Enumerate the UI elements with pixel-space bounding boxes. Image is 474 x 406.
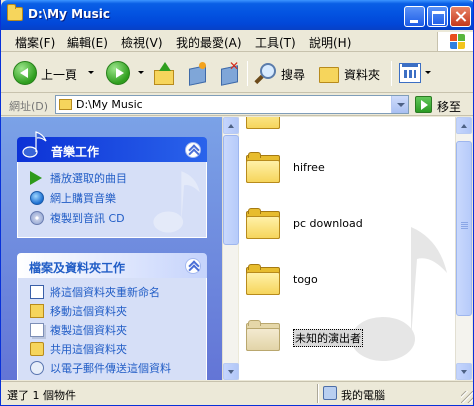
maximize-button[interactable] (427, 6, 448, 27)
menu-edit[interactable]: 編輯(E) (67, 34, 108, 51)
title-bar[interactable]: D:\My Music (1, 0, 473, 30)
folder-icon (59, 99, 72, 110)
toolbar: 上一頁 搜尋 資料夾 (1, 53, 473, 93)
folder-item[interactable]: hifree (245, 151, 445, 191)
collapse-chevron-icon[interactable] (185, 142, 201, 158)
status-bar: 選了 1 個物件 我的電腦 (1, 381, 473, 405)
task-play-selection[interactable]: 播放選取的曲目 (30, 170, 127, 186)
minimize-button[interactable] (404, 6, 425, 27)
folder-name: pc download (293, 217, 363, 230)
search-icon[interactable] (255, 62, 277, 84)
folder-name: togo (293, 273, 318, 286)
back-dropdown-icon[interactable] (88, 71, 94, 74)
menu-favorites[interactable]: 我的最愛(A) (176, 34, 242, 51)
go-button-label[interactable]: 移至 (437, 98, 461, 115)
copy-folder-icon (30, 323, 44, 337)
forward-dropdown-icon[interactable] (138, 71, 144, 74)
music-note-watermark-icon (153, 171, 200, 233)
folder-icon (245, 117, 281, 130)
music-tasks-panel: 播放選取的曲目 網上購買音樂 複製到音訊 CD (17, 162, 207, 238)
scroll-down-arrow-icon[interactable] (456, 363, 472, 380)
move-to-icon[interactable] (187, 62, 209, 84)
resize-grip[interactable] (461, 391, 473, 403)
toolbar-separator (391, 61, 392, 86)
email-icon (30, 361, 44, 375)
file-tasks-header[interactable]: 檔案及資料夾工作 (17, 253, 207, 278)
address-value[interactable]: D:\My Music (76, 98, 143, 111)
task-copy-folder[interactable]: 複製這個資料夾 (30, 322, 127, 338)
up-folder-icon[interactable] (153, 62, 175, 85)
scroll-thumb[interactable] (223, 135, 239, 245)
address-input[interactable]: D:\My Music (55, 95, 409, 114)
folder-icon (245, 207, 281, 240)
menu-view[interactable]: 檢視(V) (121, 34, 163, 51)
folder-item-selected[interactable]: 未知的演出者 (245, 319, 445, 359)
music-tasks-header[interactable]: 音樂工作 (17, 131, 207, 162)
folder-icon (245, 263, 281, 296)
address-dropdown-icon[interactable] (391, 96, 408, 113)
task-pane-scrollbar[interactable] (222, 117, 239, 380)
windows-logo (437, 32, 473, 51)
folder-item[interactable]: pc download (245, 207, 445, 247)
folder-item[interactable]: togo (245, 263, 445, 303)
scroll-up-arrow-icon[interactable] (456, 117, 472, 134)
file-list-scrollbar[interactable] (455, 117, 472, 380)
folder-icon (245, 151, 281, 184)
share-folder-icon (30, 342, 44, 356)
scroll-thumb[interactable] (456, 141, 472, 316)
views-dropdown-icon[interactable] (425, 71, 431, 74)
folder-name: 未知的演出者 (293, 329, 363, 347)
play-icon (30, 171, 42, 185)
file-tasks-panel: 將這個資料夾重新命名 移動這個資料夾 複製這個資料夾 共用這個資料夾 以電子郵件… (17, 278, 207, 380)
go-arrow-icon[interactable] (415, 96, 432, 113)
task-copy-to-cd[interactable]: 複製到音訊 CD (30, 210, 125, 226)
forward-arrow-icon[interactable] (106, 61, 130, 85)
status-divider (317, 384, 319, 403)
file-tasks-title: 檔案及資料夾工作 (29, 261, 126, 275)
folder-name: hifree (293, 161, 325, 174)
folders-icon[interactable] (318, 62, 340, 84)
folder-icon (7, 4, 23, 21)
menu-bar: 檔案(F) 編輯(E) 檢視(V) 我的最愛(A) 工具(T) 說明(H) (1, 30, 473, 52)
task-share-folder[interactable]: 共用這個資料夾 (30, 341, 127, 357)
task-pane: 音樂工作 播放選取的曲目 網上購買音樂 複製到音訊 CD 檔案及資料夾工作 將這… (1, 117, 222, 380)
scroll-down-arrow-icon[interactable] (223, 363, 239, 380)
task-rename-folder[interactable]: 將這個資料夾重新命名 (30, 284, 160, 300)
my-computer-icon (323, 386, 337, 400)
task-email-folder[interactable]: 以電子郵件傳送這個資料 (30, 360, 171, 376)
folders-button-label[interactable]: 資料夾 (344, 66, 380, 83)
cd-icon (30, 211, 44, 225)
menu-help[interactable]: 說明(H) (309, 34, 351, 51)
globe-icon (30, 191, 44, 205)
scroll-up-arrow-icon[interactable] (223, 117, 239, 134)
folder-icon (245, 319, 281, 352)
selection-status: 選了 1 個物件 (7, 389, 76, 402)
file-list: hifree pc download togo 未知的演出者 (239, 117, 455, 380)
music-note-icon (22, 131, 47, 158)
folder-item[interactable] (245, 117, 445, 137)
window-title: D:\My Music (28, 7, 110, 21)
rename-icon (30, 285, 44, 299)
back-arrow-icon[interactable] (13, 61, 37, 85)
toolbar-separator (247, 61, 248, 86)
move-folder-icon (30, 304, 44, 318)
location-status: 我的電腦 (341, 389, 385, 402)
task-shop-music-online[interactable]: 網上購買音樂 (30, 190, 116, 206)
explorer-window: D:\My Music 檔案(F) 編輯(E) 檢視(V) 我的最愛(A) 工具… (0, 0, 474, 406)
menu-tools[interactable]: 工具(T) (255, 34, 296, 51)
search-button-label[interactable]: 搜尋 (281, 66, 305, 83)
back-button-label[interactable]: 上一頁 (41, 66, 77, 83)
collapse-chevron-icon[interactable] (185, 258, 201, 274)
views-icon[interactable] (399, 63, 421, 83)
close-button[interactable] (450, 6, 471, 27)
task-move-folder[interactable]: 移動這個資料夾 (30, 303, 127, 319)
music-tasks-title: 音樂工作 (51, 145, 100, 159)
delete-icon[interactable] (219, 59, 241, 84)
address-label: 網址(D) (9, 100, 49, 113)
menu-file[interactable]: 檔案(F) (15, 34, 55, 51)
address-bar: 網址(D) D:\My Music 移至 (1, 94, 473, 116)
